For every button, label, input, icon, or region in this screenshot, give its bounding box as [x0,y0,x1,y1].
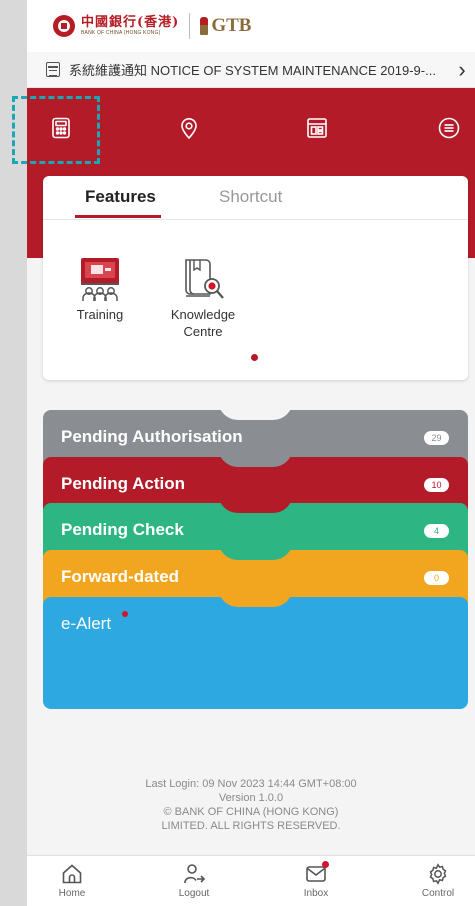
maintenance-notice-bar[interactable]: 系統維護通知 NOTICE OF SYSTEM MAINTENANCE 2019… [27,52,475,88]
gtb-figure-icon [200,17,209,35]
tab-shortcut[interactable]: Shortcut [219,187,282,207]
pending-action-count: 10 [424,478,449,492]
bank-logo-text: 中國銀行(香港) BANK OF CHINA (HONG KONG) [81,16,179,36]
nav-home[interactable]: Home [42,862,102,899]
band-notch [218,540,293,560]
features-tabs: Features Shortcut [43,176,468,220]
feature-training-label: Training [76,307,124,322]
logo-divider [189,13,191,39]
forward-dated-count: 0 [424,571,449,585]
boc-logo-icon [53,15,75,37]
features-card: Features Shortcut Training Knowledge Cen… [43,176,468,380]
nav-home-label: Home [58,888,86,899]
gtb-text: GTB [211,15,252,36]
dashboard-icon[interactable] [305,116,329,140]
active-tab-indicator [75,215,161,218]
copyright-line-2: LIMITED. ALL RIGHTS RESERVED. [161,820,341,832]
menu-icon[interactable] [437,116,461,140]
band-notch [218,587,293,607]
page-indicator-dot [251,354,258,361]
e-alert-notification-dot [122,611,128,617]
band-notch [218,447,293,467]
version-text: Version 1.0.0 [218,792,284,804]
home-icon [62,864,82,884]
bottom-nav: Home Logout Inbox Control [27,855,475,906]
chevron-right-icon[interactable]: › [449,58,475,81]
band-notch [218,493,293,513]
nav-logout[interactable]: Logout [164,862,224,899]
gtb-logo: GTB [200,15,251,37]
notice-text: 系統維護通知 NOTICE OF SYSTEM MAINTENANCE 2019… [69,63,436,78]
nav-logout-label: Logout [178,888,210,899]
gear-icon [429,863,447,885]
pending-check-label: Pending Check [61,520,184,539]
copyright-line-1: © BANK OF CHINA (HONG KONG) [163,806,339,818]
brand-header: 中國銀行(香港) BANK OF CHINA (HONG KONG) GTB [27,0,475,52]
login-info: Last Login: 09 Nov 2023 14:44 GMT+08:00 … [27,777,475,833]
pending-authorisation-label: Pending Authorisation [61,427,243,446]
pending-check-count: 4 [424,524,449,538]
tab-features[interactable]: Features [85,187,156,207]
location-pin-icon[interactable] [177,116,201,140]
nav-inbox-label: Inbox [303,888,329,899]
e-alert-band[interactable]: e-Alert [43,587,468,709]
feature-knowledge-centre-label: Knowledge Centre [170,307,236,339]
feature-training[interactable]: Training [55,254,145,323]
bank-name-en: BANK OF CHINA (HONG KONG) [81,30,161,36]
selection-highlight-box [12,96,100,164]
logout-icon [184,864,206,883]
forward-dated-label: Forward-dated [61,567,180,586]
training-icon [81,258,119,301]
last-login-text: Last Login: 09 Nov 2023 14:44 GMT+08:00 [145,778,357,790]
feature-knowledge-centre[interactable]: Knowledge Centre [155,254,251,340]
band-notch [218,400,293,420]
bank-name-cn: 中國銀行(香港) [81,15,180,30]
inbox-badge [322,861,329,868]
notice-calendar-icon [46,62,60,77]
nav-control-label: Control [421,888,455,899]
nav-inbox[interactable]: Inbox [286,861,346,899]
nav-control[interactable]: Control [408,862,468,899]
knowledge-centre-icon [185,259,224,299]
e-alert-label: e-Alert [61,614,112,633]
pending-stack: Pending Authorisation 29 Pending Action … [43,400,468,710]
pending-action-label: Pending Action [61,474,186,493]
pending-authorisation-count: 29 [424,431,449,445]
